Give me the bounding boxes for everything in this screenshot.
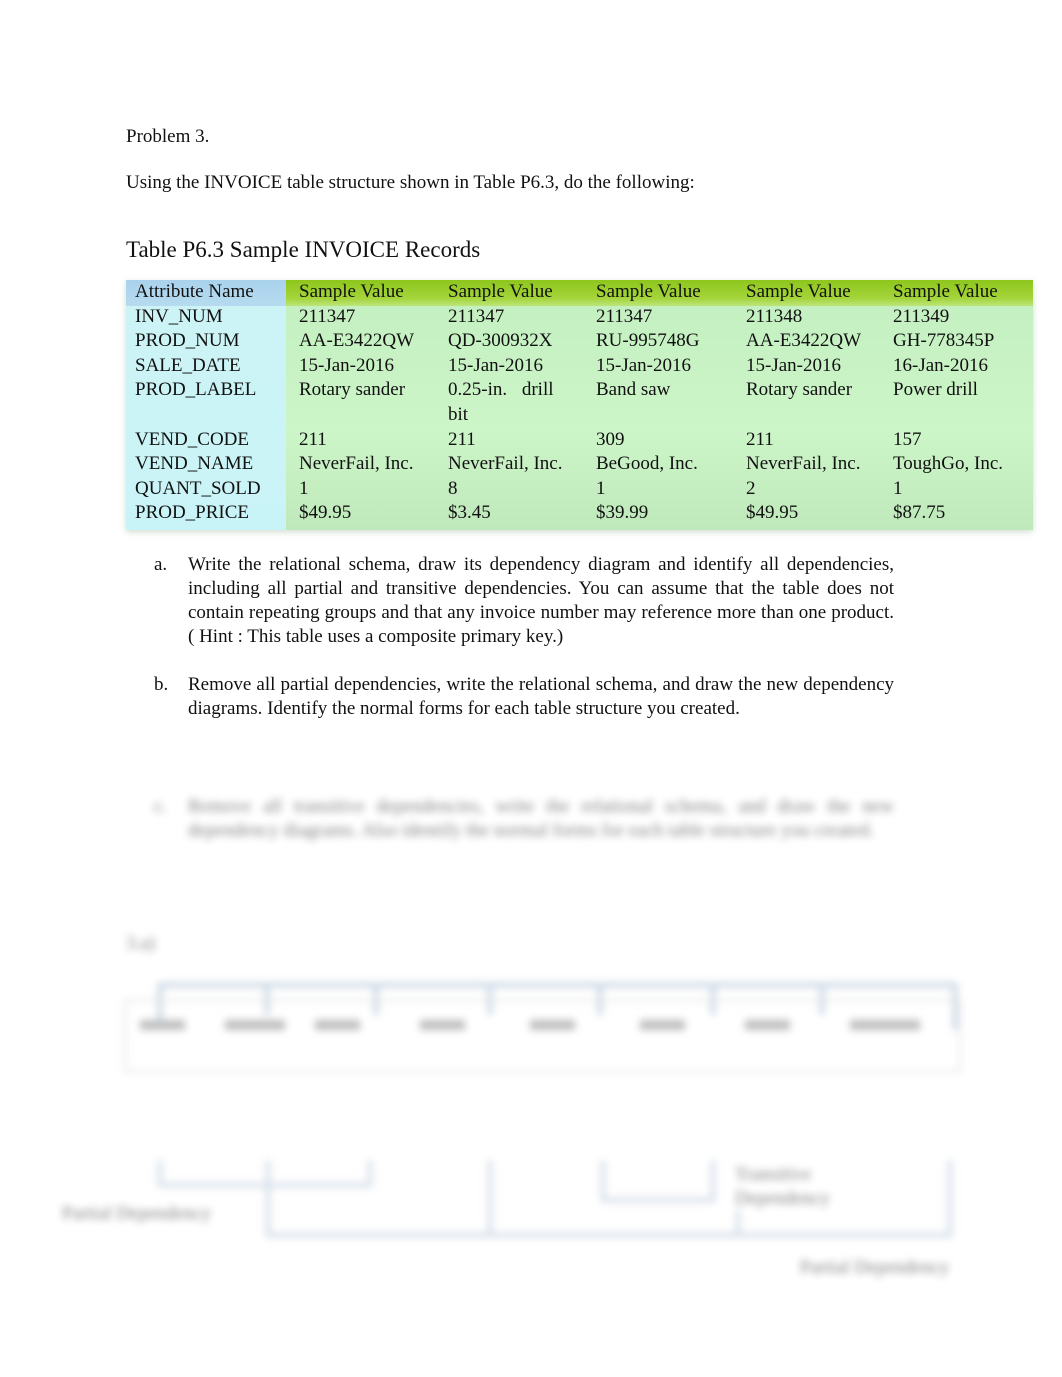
attribute-cell: PROD_LABEL (135, 379, 257, 401)
header-sample-value: Sample Value (299, 281, 404, 302)
value-cell: AA-E3422QW (746, 330, 862, 352)
value-cell: QD-300932X (448, 330, 553, 352)
dependency-diagram-blurred (124, 982, 961, 1238)
value-cell: 309 (596, 428, 625, 450)
value-cell: 211348 (746, 305, 803, 327)
task-b: b. Remove all partial dependencies, writ… (154, 673, 894, 721)
task-text: Write the relational schema, draw its de… (188, 554, 894, 647)
task-a: a. Write the relational schema, draw its… (154, 553, 894, 649)
attribute-cell: PROD_PRICE (135, 502, 250, 524)
value-cell: Rotary sander (746, 379, 853, 401)
value-cell: GH-778345P (893, 330, 995, 352)
value-cell: 15-Jan-2016 (596, 354, 691, 376)
attribute-cell: QUANT_SOLD (135, 477, 261, 499)
table-caption: Table P6.3 Sample INVOICE Records (126, 237, 481, 262)
value-cell: 1 (299, 477, 309, 499)
value-cell: NeverFail, Inc. (299, 453, 414, 475)
value-cell: 2 (746, 477, 756, 499)
value-cell: 15-Jan-2016 (299, 354, 394, 376)
task-text: Remove all transitive dependencies, writ… (188, 796, 894, 841)
answer-label: 3.a) (126, 933, 156, 954)
transitive-dependency-label: Transitive Dependency (735, 1164, 830, 1209)
invoice-table: Attribute Name Sample Value Sample Value Sa… (126, 280, 1033, 530)
header-attribute-name: Attribute Name (135, 281, 254, 302)
value-cell: 1 (893, 477, 903, 499)
problem-heading: Problem 3. (126, 126, 210, 147)
value-cell: 1 (596, 477, 606, 499)
value-cell: $39.99 (596, 502, 649, 524)
value-cell: $87.75 (893, 502, 946, 524)
header-sample-value: Sample Value (448, 281, 553, 302)
value-cell: AA-E3422QW (299, 330, 415, 352)
value-cell: NeverFail, Inc. (448, 453, 563, 475)
value-cell: ToughGo, Inc. (893, 453, 1004, 475)
value-cell: 211347 (596, 305, 653, 327)
intro-text: Using the INVOICE table structure shown … (126, 172, 695, 193)
value-cell: 8 (448, 477, 458, 499)
value-cell: 15-Jan-2016 (746, 354, 841, 376)
attribute-cell: VEND_CODE (135, 428, 249, 450)
header-sample-value: Sample Value (746, 281, 851, 302)
task-text: Remove all partial dependencies, write t… (188, 674, 894, 719)
value-cell: 157 (893, 428, 922, 450)
value-cell: BeGood, Inc. (596, 453, 698, 475)
value-cell: NeverFail, Inc. (746, 453, 861, 475)
value-cell: $49.95 (299, 502, 352, 524)
value-cell: 16-Jan-2016 (893, 354, 988, 376)
value-cell: 211349 (893, 305, 950, 327)
value-cell: 0.25-in. drill bit (448, 379, 554, 425)
value-cell: 211 (448, 428, 476, 450)
value-cell: 211347 (299, 305, 356, 327)
value-cell: 211 (299, 428, 327, 450)
value-cell: Power drill (893, 379, 978, 401)
task-c-blurred: c. Remove all transitive dependencies, w… (154, 795, 894, 843)
partial-dependency-label-right: Partial Dependency (800, 1257, 950, 1278)
value-cell: 15-Jan-2016 (448, 354, 543, 376)
attribute-cell: INV_NUM (135, 305, 223, 327)
partial-dependency-label-left: Partial Dependency (62, 1203, 212, 1224)
header-sample-value: Sample Value (893, 281, 998, 302)
value-cell: Rotary sander (299, 379, 406, 401)
value-cell: 211347 (448, 305, 505, 327)
attribute-cell: VEND_NAME (135, 453, 254, 475)
value-cell: $3.45 (448, 502, 491, 524)
value-cell: Band saw (596, 379, 671, 401)
attribute-cell: SALE_DATE (135, 354, 241, 376)
task-marker: c. (154, 796, 168, 817)
attribute-cell: PROD_NUM (135, 330, 240, 352)
value-cell: 211 (746, 428, 774, 450)
value-cell: $49.95 (746, 502, 799, 524)
header-sample-value: Sample Value (596, 281, 701, 302)
value-cell: RU-995748G (596, 330, 700, 352)
task-marker: a. (154, 554, 168, 575)
task-marker: b. (154, 674, 169, 695)
